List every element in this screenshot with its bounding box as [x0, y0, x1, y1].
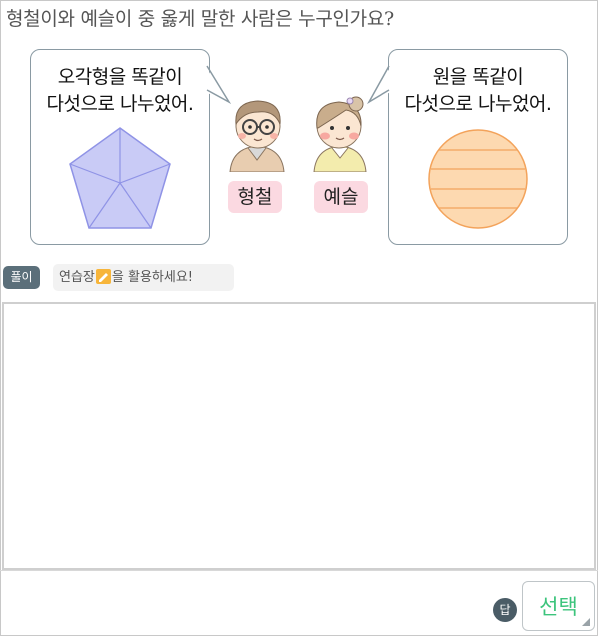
bubble-left-line2: 다섯으로 나누었어.: [46, 93, 194, 115]
answer-badge: 답: [493, 598, 517, 622]
pentagon-figure: [69, 127, 171, 229]
notepad-hint[interactable]: 연습장 을 활용하세요!: [53, 264, 234, 291]
bubble-left-line1: 오각형을 똑같이: [57, 66, 183, 88]
speech-bubble-right: 원을 똑같이 다섯으로 나누었어.: [388, 49, 568, 245]
solve-badge: 풀이: [3, 266, 40, 289]
circle-figure: [428, 129, 528, 229]
boy-avatar: [229, 100, 285, 172]
girl-avatar: [313, 96, 367, 172]
select-button-label: 선택: [539, 595, 578, 619]
dropdown-corner-icon: [582, 618, 590, 626]
bubble-right-line1: 원을 똑같이: [432, 66, 524, 88]
hint-text-before: 연습장: [59, 270, 95, 285]
bubble-right-line2: 다섯으로 나누었어.: [404, 93, 552, 115]
answer-select-button[interactable]: 선택: [522, 581, 595, 631]
notepad-icon[interactable]: [95, 269, 111, 284]
bubble-right-text: 원을 똑같이 다섯으로 나누었어.: [389, 64, 567, 118]
name-badge-boy: 형철: [228, 181, 282, 213]
question-text: 형철이와 예슬이 중 옳게 말한 사람은 누구인가요?: [6, 8, 394, 30]
divider: [0, 570, 598, 571]
name-badge-girl: 예슬: [314, 181, 368, 213]
speech-bubble-left: 오각형을 똑같이 다섯으로 나누었어.: [30, 49, 210, 245]
bubble-left-text: 오각형을 똑같이 다섯으로 나누었어.: [31, 64, 209, 118]
hint-text-after: 을 활용하세요!: [111, 270, 193, 285]
solution-input-area[interactable]: [2, 302, 596, 570]
